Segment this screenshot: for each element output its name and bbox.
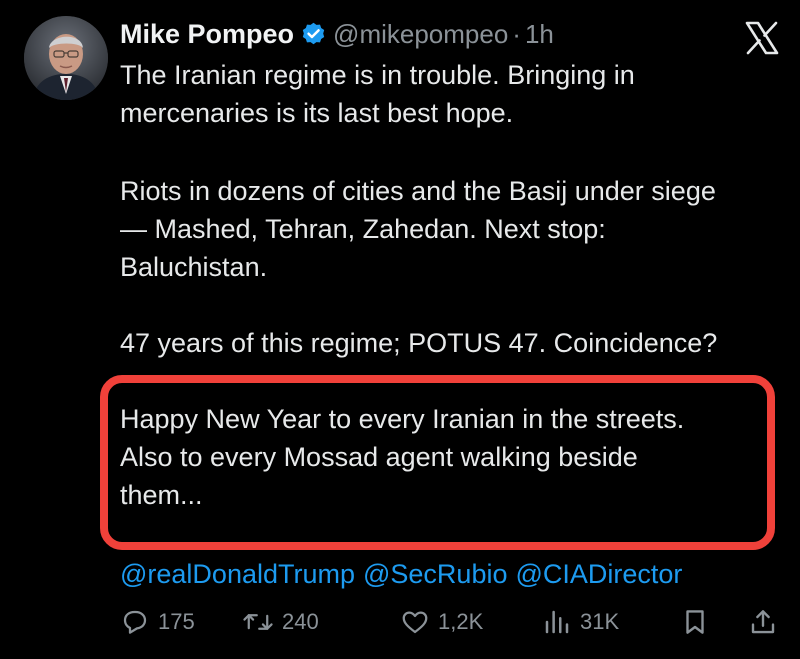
tweet-action-bar: 175 240 1,2K 31K [120, 600, 780, 644]
share-icon [748, 607, 778, 637]
retweet-icon [242, 607, 274, 637]
retweet-count: 240 [282, 609, 319, 634]
tweet-timestamp[interactable]: 1h [525, 19, 554, 50]
x-logo-icon [744, 20, 780, 56]
tweet-line: — Mashed, Tehran, Zahedan. Next stop: [120, 214, 606, 244]
like-icon [400, 607, 430, 637]
tweet-paragraph-3: 47 years of this regime; POTUS 47. Coinc… [120, 324, 795, 362]
tweet-line: Baluchistan. [120, 252, 268, 282]
share-button[interactable] [748, 600, 778, 644]
tweet-header: Mike Pompeo @mikepompeo · 1h [120, 14, 554, 54]
reply-icon [120, 607, 150, 637]
tweet-paragraph-2: Riots in dozens of cities and the Basij … [120, 172, 795, 286]
mention-link[interactable]: @SecRubio [363, 559, 507, 589]
tweet-line: The Iranian regime is in trouble. Bringi… [120, 60, 635, 90]
like-count: 1,2K [438, 609, 484, 634]
tweet-line: mercenaries is its last best hope. [120, 98, 514, 128]
reply-button[interactable]: 175 [120, 600, 195, 644]
tweet-card: Mike Pompeo @mikepompeo · 1h The Iranian… [0, 0, 800, 659]
tweet-paragraph-1: The Iranian regime is in trouble. Bringi… [120, 56, 795, 132]
author-display-name[interactable]: Mike Pompeo [120, 19, 294, 50]
tweet-line: 47 years of this regime; POTUS 47. Coinc… [120, 328, 718, 358]
mention-link[interactable]: @realDonaldTrump [120, 559, 355, 589]
avatar[interactable] [24, 16, 108, 100]
bookmark-icon [680, 607, 710, 637]
bookmark-button[interactable] [680, 600, 710, 644]
views-icon [542, 607, 572, 637]
reply-count: 175 [158, 609, 195, 634]
tweet-mentions: @realDonaldTrump @SecRubio @CIADirector [120, 555, 690, 593]
header-separator: · [512, 18, 521, 49]
like-button[interactable]: 1,2K [400, 600, 483, 644]
verified-badge-icon [300, 21, 327, 48]
author-handle[interactable]: @mikepompeo [333, 19, 508, 50]
views-count: 31K [580, 609, 620, 634]
retweet-button[interactable]: 240 [242, 600, 319, 644]
tweet-line: Riots in dozens of cities and the Basij … [120, 176, 716, 206]
views-button[interactable]: 31K [542, 600, 619, 644]
highlight-annotation-box [100, 375, 775, 550]
mention-link[interactable]: @CIADirector [515, 559, 682, 589]
